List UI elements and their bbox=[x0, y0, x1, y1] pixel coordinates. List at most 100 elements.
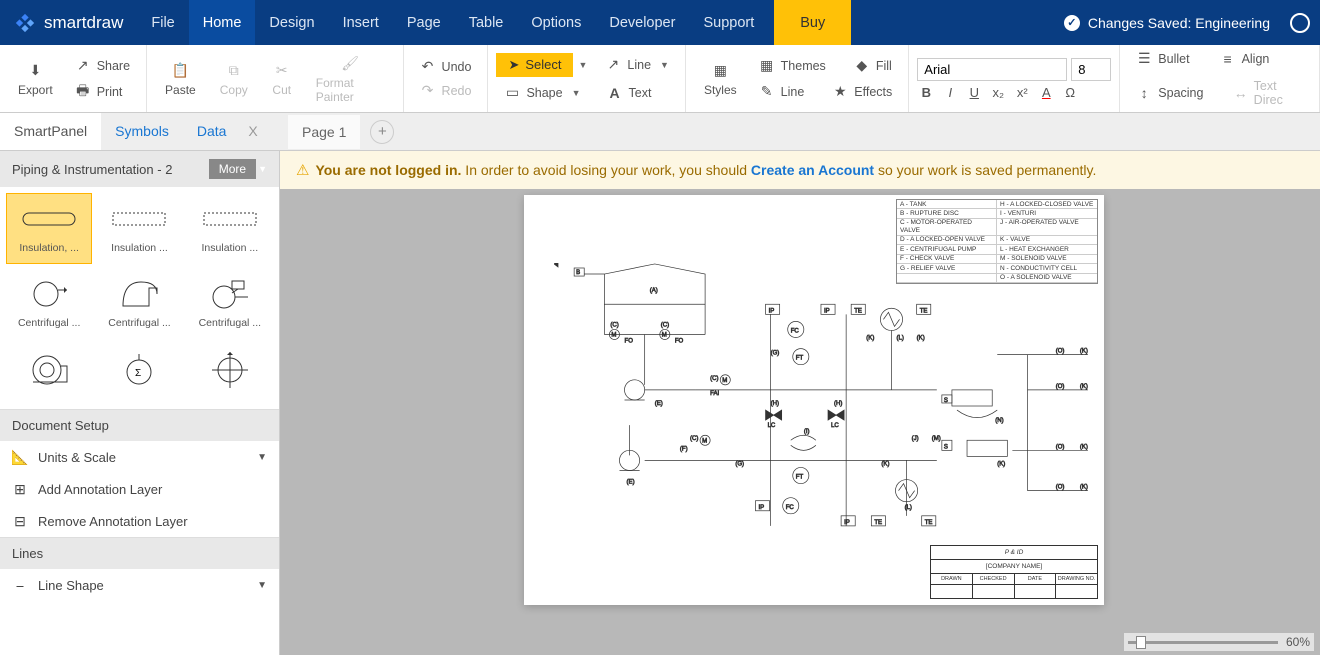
banner-tail: so your work is saved permanently. bbox=[874, 162, 1096, 178]
svg-text:(H): (H) bbox=[834, 401, 842, 407]
select-tool-button[interactable]: ➤Select bbox=[496, 53, 573, 77]
svg-text:FT: FT bbox=[796, 475, 804, 481]
chevron-down-icon: ▼ bbox=[257, 580, 267, 591]
font-size-select[interactable] bbox=[1071, 58, 1111, 81]
symbol-item[interactable] bbox=[6, 344, 92, 403]
styles-button[interactable]: ▦Styles bbox=[694, 56, 747, 101]
symbol-item[interactable]: Centrifugal ... bbox=[6, 268, 92, 339]
create-account-link[interactable]: Create an Account bbox=[751, 162, 874, 178]
shape-icon: ▭ bbox=[504, 85, 520, 101]
line-shape-icon: ⎯ bbox=[12, 577, 28, 593]
symbol-item[interactable]: Centrifugal ... bbox=[96, 268, 182, 339]
svg-text:IP: IP bbox=[844, 520, 850, 526]
fill-button[interactable]: ◆Fill bbox=[846, 54, 900, 78]
menu-support[interactable]: Support bbox=[689, 0, 768, 45]
line-tool-button[interactable]: ↗Line▼ bbox=[597, 53, 677, 77]
text-direction-button[interactable]: ↔Text Direc bbox=[1225, 75, 1311, 111]
remove-layer-button[interactable]: ⊟Remove Annotation Layer bbox=[0, 505, 279, 537]
line-style-button[interactable]: ✎Line bbox=[751, 80, 813, 104]
font-color-button[interactable]: A bbox=[1037, 85, 1055, 100]
omega-button[interactable]: Ω bbox=[1061, 85, 1079, 100]
svg-text:(G): (G) bbox=[771, 351, 780, 357]
undo-button[interactable]: ↶Undo bbox=[412, 55, 480, 79]
svg-text:(C): (C) bbox=[690, 436, 698, 442]
more-button[interactable]: More bbox=[209, 159, 256, 179]
line-shape-button[interactable]: ⎯Line Shape▼ bbox=[0, 569, 279, 601]
buy-button[interactable]: Buy bbox=[774, 0, 851, 45]
close-panel-button[interactable]: X bbox=[240, 113, 265, 150]
format-painter-button[interactable]: 🖌Format Painter bbox=[306, 49, 395, 108]
svg-text:(E): (E) bbox=[627, 480, 635, 486]
menu-page[interactable]: Page bbox=[393, 0, 455, 45]
menu-developer[interactable]: Developer bbox=[595, 0, 689, 45]
svg-text:(K): (K) bbox=[1080, 349, 1088, 355]
cut-button[interactable]: ✂Cut bbox=[262, 56, 302, 101]
help-icon[interactable] bbox=[1290, 13, 1310, 33]
drawing-page[interactable]: A - TANKH - A LOCKED-CLOSED VALVEB - RUP… bbox=[524, 195, 1104, 605]
chevron-down-icon[interactable]: ▼ bbox=[578, 60, 587, 70]
add-layer-button[interactable]: ⊞Add Annotation Layer bbox=[0, 473, 279, 505]
paste-button[interactable]: 📋Paste bbox=[155, 56, 206, 101]
title-block: P & ID [COMPANY NAME] DRAWN CHECKED DATE… bbox=[930, 545, 1098, 599]
zoom-control[interactable]: 60% bbox=[1124, 633, 1314, 651]
menu-options[interactable]: Options bbox=[517, 0, 595, 45]
svg-text:LC: LC bbox=[768, 423, 776, 429]
symbol-item[interactable]: Insulation ... bbox=[96, 193, 182, 264]
bold-button[interactable]: B bbox=[917, 85, 935, 100]
themes-button[interactable]: ▦Themes bbox=[751, 54, 834, 78]
svg-text:(O): (O) bbox=[1056, 349, 1065, 355]
symbols-tab[interactable]: Symbols bbox=[101, 113, 183, 150]
effects-button[interactable]: ★Effects bbox=[824, 80, 900, 104]
superscript-button[interactable]: x² bbox=[1013, 85, 1031, 100]
chevron-down-icon: ▼ bbox=[572, 88, 581, 98]
svg-text:TE: TE bbox=[874, 520, 882, 526]
italic-button[interactable]: I bbox=[941, 85, 959, 100]
menu-table[interactable]: Table bbox=[455, 0, 518, 45]
palette-icon: ▦ bbox=[710, 60, 730, 80]
download-icon: ⬇ bbox=[25, 60, 45, 80]
svg-text:(H): (H) bbox=[771, 401, 779, 407]
align-button[interactable]: ≡Align bbox=[1212, 47, 1278, 71]
svg-text:M: M bbox=[722, 378, 727, 384]
share-button[interactable]: ↗Share bbox=[67, 54, 138, 78]
svg-text:(N): (N) bbox=[995, 418, 1003, 424]
symbol-item[interactable] bbox=[187, 344, 273, 403]
menu-design[interactable]: Design bbox=[255, 0, 328, 45]
spacing-button[interactable]: ↕Spacing bbox=[1128, 75, 1211, 111]
banner-mid: In order to avoid losing your work, you … bbox=[461, 162, 751, 178]
text-tool-button[interactable]: AText bbox=[599, 81, 660, 105]
menu-insert[interactable]: Insert bbox=[329, 0, 393, 45]
print-button[interactable]: 🖶Print bbox=[67, 80, 138, 104]
copy-button[interactable]: ⧉Copy bbox=[210, 56, 258, 101]
symbol-item[interactable]: Centrifugal ... bbox=[187, 268, 273, 339]
redo-button[interactable]: ↷Redo bbox=[412, 79, 480, 103]
shape-tool-button[interactable]: ▭Shape▼ bbox=[496, 81, 588, 105]
banner-lead: You are not logged in. bbox=[315, 162, 461, 178]
data-tab[interactable]: Data bbox=[183, 113, 241, 150]
pid-diagram[interactable]: (A) B M(C) M(C) FOFO (E) (E) bbox=[554, 263, 1098, 547]
export-button[interactable]: ⬇ Export bbox=[8, 56, 63, 101]
svg-text:IP: IP bbox=[769, 308, 775, 314]
canvas-area[interactable]: ⚠ You are not logged in. In order to avo… bbox=[280, 151, 1320, 655]
symbol-item[interactable]: Insulation ... bbox=[187, 193, 273, 264]
symbol-item[interactable]: Σ bbox=[96, 344, 182, 403]
app-logo[interactable]: smartdraw bbox=[0, 12, 137, 34]
page-tab-1[interactable]: Page 1 bbox=[288, 115, 360, 149]
bullet-icon: ☰ bbox=[1136, 51, 1152, 67]
menu-file[interactable]: File bbox=[137, 0, 188, 45]
chevron-down-icon: ▼ bbox=[257, 452, 267, 463]
font-style-buttons: B I U x₂ x² A Ω bbox=[917, 85, 1111, 100]
svg-text:TE: TE bbox=[920, 308, 928, 314]
svg-text:(L): (L) bbox=[897, 336, 904, 342]
add-page-button[interactable]: + bbox=[370, 120, 394, 144]
smartpanel-tab[interactable]: SmartPanel bbox=[0, 113, 101, 150]
symbol-item[interactable]: Insulation, ... bbox=[6, 193, 92, 264]
units-scale-button[interactable]: 📐Units & Scale▼ bbox=[0, 441, 279, 473]
menu-home[interactable]: Home bbox=[189, 0, 256, 45]
bullet-button[interactable]: ☰Bullet bbox=[1128, 47, 1197, 71]
subscript-button[interactable]: x₂ bbox=[989, 85, 1007, 100]
diagram-svg: (A) B M(C) M(C) FOFO (E) (E) bbox=[554, 263, 1098, 547]
font-family-select[interactable] bbox=[917, 58, 1067, 81]
underline-button[interactable]: U bbox=[965, 85, 983, 100]
zoom-slider[interactable] bbox=[1128, 641, 1278, 644]
